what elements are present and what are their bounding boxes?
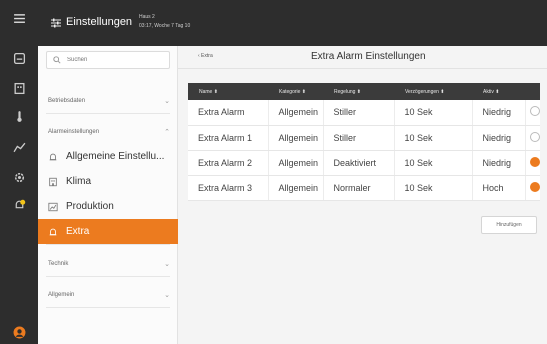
cell-regelung: Stiller — [323, 100, 395, 126]
cell-kategorie: Allgemein — [268, 100, 324, 126]
group-alarmeinstellungen[interactable]: Alarmeinstellungen ⌃ — [48, 128, 170, 136]
divider — [178, 68, 547, 69]
divider — [46, 244, 170, 245]
building-icon — [49, 177, 57, 186]
cell-verzoegerung: 10 Sek — [394, 100, 473, 126]
sidebar-item-extra[interactable]: Extra — [38, 219, 178, 244]
status-cell — [525, 150, 540, 176]
table-row[interactable]: Extra Alarm 3 Allgemein Normaler 10 Sek Hoch — [188, 175, 540, 201]
thermometer-icon[interactable] — [0, 104, 38, 128]
cell-name: Extra Alarm 2 — [188, 150, 269, 176]
content-title: Extra Alarm Einstellungen — [311, 51, 426, 62]
time-label: 03:17, Woche 7 Tag 10 — [139, 23, 191, 29]
column-header-kategorie[interactable]: Kategorie ⬍ — [268, 83, 323, 100]
alarm-bell-icon[interactable] — [0, 193, 38, 217]
search-icon — [53, 56, 61, 64]
sidebar-item-label: Klima — [66, 176, 92, 187]
chevron-down-icon: ⌄ — [164, 292, 170, 299]
status-indicator[interactable] — [529, 156, 540, 167]
sidebar-item-allgemeine[interactable]: Allgemeine Einstellu... — [38, 144, 178, 169]
top-header: Einstellungen Haus 2 03:17, Woche 7 Tag … — [38, 0, 547, 46]
cell-regelung: Normaler — [323, 175, 395, 201]
status-indicator[interactable] — [529, 181, 540, 192]
table-row[interactable]: Extra Alarm Allgemein Stiller 10 Sek Niedrig — [188, 100, 540, 126]
chevron-down-icon: ⌄ — [164, 98, 170, 105]
cell-aktiv: Hoch — [472, 175, 526, 201]
cell-verzoegerung: 10 Sek — [394, 175, 473, 201]
chevron-down-icon: ⌄ — [164, 261, 170, 268]
group-label: Technik — [48, 261, 69, 267]
table-row[interactable]: Extra Alarm 1 Allgemein Stiller 10 Sek Niedr… — [188, 125, 540, 151]
add-button[interactable]: Hinzufügen — [481, 216, 537, 234]
chart-icon[interactable] — [0, 135, 38, 159]
page-title: Einstellungen — [66, 16, 133, 28]
cell-regelung: Deaktiviert — [323, 150, 395, 176]
main-content: ‹ Extra Extra Alarm Einstellungen Name ⬍… — [178, 46, 547, 344]
cell-regelung: Stiller — [323, 125, 395, 151]
group-label: Betriebsdaten — [48, 98, 86, 104]
table-row[interactable]: Extra Alarm 2 Allgemein Deaktiviert 10 Sek N… — [188, 150, 540, 176]
status-cell — [525, 175, 540, 201]
group-allgemein[interactable]: Allgemein ⌄ — [48, 291, 170, 299]
left-rail — [0, 0, 38, 344]
table-header-row: Name ⬍ Kategorie ⬍ Regelung ⬍ Verzögerun… — [188, 83, 540, 100]
cell-name: Extra Alarm 3 — [188, 175, 269, 201]
group-technik[interactable]: Technik ⌄ — [48, 260, 170, 268]
building-icon[interactable] — [0, 76, 38, 100]
group-betriebsdaten[interactable]: Betriebsdaten ⌄ — [48, 97, 170, 105]
sidebar-item-label: Extra — [66, 226, 90, 237]
settings-sliders-icon — [51, 18, 61, 28]
cell-kategorie: Allgemein — [268, 150, 324, 176]
cell-verzoegerung: 10 Sek — [394, 150, 473, 176]
chart-icon — [48, 202, 58, 211]
sidebar-item-label: Allgemeine Einstellu... — [66, 151, 165, 162]
group-label: Alarmeinstellungen — [48, 129, 100, 135]
cell-kategorie: Allgemein — [268, 125, 324, 151]
cell-aktiv: Niedrig — [472, 150, 526, 176]
menu-icon[interactable] — [0, 6, 38, 30]
sidebar-item-label: Produktion — [66, 201, 114, 212]
column-header-regelung[interactable]: Regelung ⬍ — [323, 83, 394, 100]
divider — [46, 307, 170, 308]
status-indicator[interactable] — [529, 131, 540, 142]
sidebar-item-produktion[interactable]: Produktion — [38, 194, 178, 219]
status-cell — [525, 125, 540, 151]
divider — [46, 113, 170, 114]
column-header-name[interactable]: Name ⬍ — [188, 83, 268, 100]
location-label: Haus 2 — [139, 14, 155, 20]
cell-kategorie: Allgemein — [268, 175, 324, 201]
settings-sidebar: Betriebsdaten ⌄ Alarmeinstellungen ⌃ All… — [38, 46, 178, 344]
bell-icon — [49, 228, 57, 235]
dashboard-icon[interactable] — [0, 46, 38, 70]
search-box[interactable] — [46, 51, 170, 69]
cell-aktiv: Niedrig — [472, 125, 526, 151]
gear-icon[interactable] — [0, 165, 38, 189]
chevron-up-icon: ⌃ — [164, 129, 170, 136]
status-indicator[interactable] — [529, 106, 540, 117]
cell-name: Extra Alarm 1 — [188, 125, 269, 151]
app: Einstellungen Haus 2 03:17, Woche 7 Tag … — [0, 0, 547, 344]
cell-aktiv: Niedrig — [472, 100, 526, 126]
back-link[interactable]: ‹ Extra — [198, 53, 213, 59]
search-input[interactable] — [67, 57, 167, 63]
avatar[interactable] — [0, 320, 38, 344]
column-header-status — [525, 83, 540, 100]
divider — [46, 276, 170, 277]
cell-name: Extra Alarm — [188, 100, 269, 126]
column-header-aktiv[interactable]: Aktiv ⬍ — [472, 83, 525, 100]
status-cell — [525, 100, 540, 126]
group-label: Allgemein — [48, 292, 75, 298]
sidebar-item-klima[interactable]: Klima — [38, 169, 178, 194]
column-header-verzoegerungen[interactable]: Verzögerungen ⬍ — [394, 83, 472, 100]
alarm-table: Name ⬍ Kategorie ⬍ Regelung ⬍ Verzögerun… — [188, 83, 540, 201]
cell-verzoegerung: 10 Sek — [394, 125, 473, 151]
bell-icon — [49, 153, 57, 160]
